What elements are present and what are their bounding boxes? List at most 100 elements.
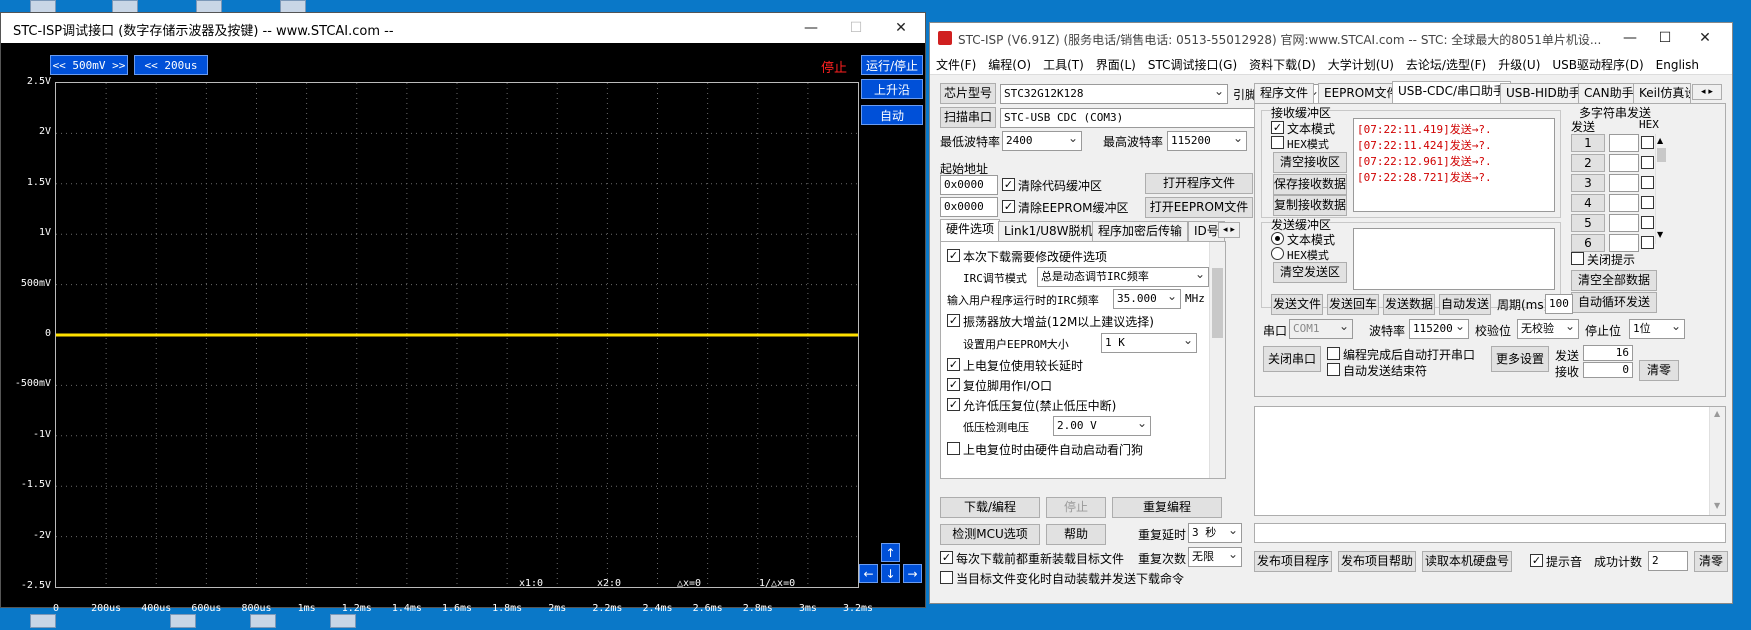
repeat-delay-select[interactable]: 3 秒	[1188, 523, 1242, 543]
reload-checkbox[interactable]: ✓	[940, 551, 953, 564]
info-output-box[interactable]: ▲ ▼	[1254, 406, 1726, 516]
multi-hex-checkbox[interactable]	[1641, 136, 1654, 149]
chip-model-select[interactable]: STC32G12K128	[1000, 84, 1228, 104]
open-eeprom-file-button[interactable]: 打开EEPROM文件	[1145, 197, 1253, 218]
menu-tools[interactable]: 工具(T)	[1037, 53, 1090, 73]
detect-mcu-button[interactable]: 检测MCU选项	[940, 524, 1040, 545]
edge-button[interactable]: 上升沿	[861, 79, 923, 99]
options-scrollbar[interactable]	[1209, 242, 1225, 478]
period-input[interactable]: 100	[1545, 294, 1573, 314]
menu-file[interactable]: 文件(F)	[930, 53, 982, 73]
help-button[interactable]: 帮助	[1046, 524, 1106, 545]
clear-code-checkbox[interactable]: ✓	[1002, 178, 1015, 191]
send-data-button[interactable]: 发送数据	[1383, 294, 1435, 315]
isp-titlebar[interactable]: STC-ISP (V6.91Z) (服务电话/销售电话: 0513-550129…	[930, 23, 1732, 53]
watchdog-checkbox[interactable]	[947, 442, 960, 455]
arrow-up-icon[interactable]: ↑	[881, 543, 900, 562]
multi-hex-checkbox[interactable]	[1641, 236, 1654, 249]
publish-program-button[interactable]: 发布项目程序	[1254, 551, 1332, 572]
multi-send-button-3[interactable]: 3	[1571, 174, 1605, 192]
clear-count-button[interactable]: 清零	[1639, 360, 1679, 381]
receive-textarea[interactable]: [07:22:11.419]发送→?. [07:22:11.424]发送→?. …	[1353, 118, 1555, 212]
multi-send-input[interactable]	[1609, 234, 1639, 252]
repeat-count-select[interactable]: 无限	[1188, 547, 1242, 567]
multi-send-button-4[interactable]: 4	[1571, 194, 1605, 212]
clear-receive-button[interactable]: 清空接收区	[1273, 152, 1347, 173]
tab-usb-hid[interactable]: USB-HID助手	[1500, 83, 1587, 103]
clear-success-button[interactable]: 清零	[1694, 551, 1728, 572]
maximize-icon[interactable]: ☐	[1645, 27, 1685, 49]
tab-scroll-icon[interactable]: ◂ ▸	[1692, 84, 1722, 100]
download-button[interactable]: 下载/编程	[940, 497, 1040, 518]
tab-scroll-icon[interactable]: ◂ ▸	[1218, 222, 1240, 238]
tab-program-file[interactable]: 程序文件	[1254, 83, 1315, 103]
multi-send-input[interactable]	[1609, 154, 1639, 172]
publish-help-button[interactable]: 发布项目帮助	[1338, 551, 1416, 572]
clear-eeprom-checkbox[interactable]: ✓	[1002, 200, 1015, 213]
scope-titlebar[interactable]: STC-ISP调试接口 (数字存储示波器及按键) -- www.STCAI.co…	[1, 13, 925, 43]
menu-usb-driver[interactable]: USB驱动程序(D)	[1546, 53, 1649, 73]
more-settings-button[interactable]: 更多设置	[1491, 346, 1549, 372]
minimize-icon[interactable]: —	[791, 17, 831, 39]
send-textarea[interactable]	[1353, 228, 1555, 290]
desktop-icon[interactable]	[170, 614, 196, 628]
scrollbar-thumb[interactable]	[1657, 148, 1666, 162]
menu-interface[interactable]: 界面(L)	[1090, 53, 1142, 73]
arrow-down-icon[interactable]: ↓	[881, 564, 900, 583]
run-stop-button[interactable]: 运行/停止	[861, 55, 923, 75]
desktop-icon[interactable]	[250, 614, 276, 628]
auto-send-checkbox[interactable]	[940, 571, 953, 584]
tab-keil[interactable]: Keil仿真设	[1633, 83, 1691, 103]
menu-program[interactable]: 编程(O)	[982, 53, 1037, 73]
eeprom-size-select[interactable]: 1 K	[1101, 333, 1197, 353]
scroll-down-icon[interactable]: ▼	[1714, 501, 1720, 510]
multi-hex-checkbox[interactable]	[1641, 176, 1654, 189]
minimize-icon[interactable]: —	[1610, 27, 1650, 49]
menu-upgrade[interactable]: 升级(U)	[1492, 53, 1546, 73]
copy-receive-button[interactable]: 复制接收数据	[1273, 195, 1347, 216]
scrollbar-thumb[interactable]	[1212, 268, 1223, 338]
tab-encrypt[interactable]: 程序加密后传输	[1092, 221, 1189, 241]
stopbits-select[interactable]: 1位	[1629, 319, 1685, 339]
info-scrollbar[interactable]: ▲ ▼	[1709, 407, 1725, 515]
desktop-icon[interactable]	[330, 614, 356, 628]
multi-send-button-6[interactable]: 6	[1571, 234, 1605, 252]
scroll-down-icon[interactable]: ▼	[1657, 230, 1663, 239]
menu-download[interactable]: 资料下载(D)	[1243, 53, 1322, 73]
send-hex-mode-radio[interactable]	[1271, 247, 1284, 260]
low-voltage-reset-checkbox[interactable]: ✓	[947, 398, 960, 411]
multi-send-input[interactable]	[1609, 214, 1639, 232]
min-baud-select[interactable]: 2400	[1002, 131, 1082, 151]
modify-hw-checkbox[interactable]: ✓	[947, 249, 960, 262]
close-icon[interactable]: ✕	[1685, 27, 1725, 49]
save-receive-button[interactable]: 保存接收数据	[1273, 174, 1347, 195]
close-tip-checkbox[interactable]	[1571, 252, 1584, 265]
irc-mode-select[interactable]: 总是动态调节IRC频率	[1037, 267, 1209, 287]
irc-freq-select[interactable]: 35.000	[1113, 289, 1181, 309]
multi-send-input[interactable]	[1609, 174, 1639, 192]
multi-send-button-2[interactable]: 2	[1571, 154, 1605, 172]
tab-link1[interactable]: Link1/U8W脱机	[998, 221, 1099, 241]
send-text-mode-radio[interactable]	[1271, 232, 1284, 245]
reset-io-checkbox[interactable]: ✓	[947, 378, 960, 391]
recv-hex-mode-checkbox[interactable]	[1271, 136, 1284, 149]
beep-checkbox[interactable]: ✓	[1530, 554, 1543, 567]
tab-hardware-options[interactable]: 硬件选项	[940, 219, 1001, 241]
volt-div-selector[interactable]: << 500mV >>	[50, 55, 128, 75]
auto-end-checkbox[interactable]	[1327, 363, 1340, 376]
scope-plot-area[interactable]	[55, 82, 859, 588]
scroll-up-icon[interactable]: ▲	[1657, 136, 1663, 145]
auto-send-button[interactable]: 自动发送	[1439, 294, 1491, 315]
osc-gain-checkbox[interactable]: ✓	[947, 314, 960, 327]
start-addr-input-1[interactable]: 0x0000	[940, 175, 998, 195]
arrow-right-icon[interactable]: →	[903, 564, 922, 583]
auto-button[interactable]: 自动	[861, 105, 923, 125]
baud-select[interactable]: 115200	[1409, 319, 1469, 339]
recv-text-mode-checkbox[interactable]: ✓	[1271, 121, 1284, 134]
auto-open-checkbox[interactable]	[1327, 347, 1340, 360]
max-baud-select[interactable]: 115200	[1167, 131, 1247, 151]
desktop-icon[interactable]	[30, 614, 56, 628]
reprogram-button[interactable]: 重复编程	[1112, 497, 1222, 518]
close-icon[interactable]: ✕	[881, 17, 921, 39]
tab-usb-cdc[interactable]: USB-CDC/串口助手	[1392, 81, 1512, 103]
